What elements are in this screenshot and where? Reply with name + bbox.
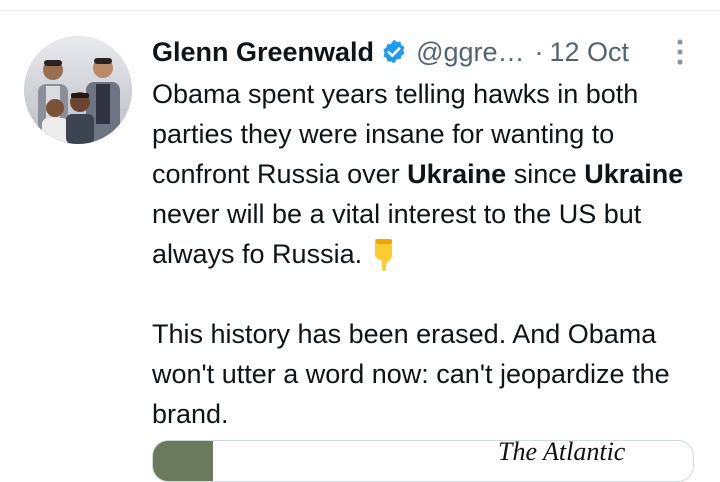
author-name[interactable]: Glenn Greenwald bbox=[152, 37, 374, 68]
link-card-thumbnail bbox=[153, 441, 213, 481]
link-card-title: The Atlantic bbox=[498, 440, 626, 466]
tweet-header: Glenn Greenwald @ggre… · 12 Oct bbox=[152, 32, 692, 72]
tweet[interactable]: Glenn Greenwald @ggre… · 12 Oct Obama sp… bbox=[0, 0, 720, 482]
pointing-down-emoji bbox=[368, 237, 398, 271]
tweet-date[interactable]: 12 Oct bbox=[550, 37, 630, 68]
hashtag-ukraine[interactable]: Ukraine bbox=[584, 159, 683, 189]
separator-dot: · bbox=[534, 36, 544, 67]
text-segment: since bbox=[506, 159, 585, 189]
author-handle[interactable]: @ggre… bbox=[416, 37, 524, 68]
more-options-icon[interactable] bbox=[670, 36, 690, 68]
avatar-photo bbox=[24, 36, 132, 144]
verified-badge-icon bbox=[380, 38, 408, 66]
avatar[interactable] bbox=[24, 36, 132, 144]
tweet-paragraph-1: Obama spent years telling hawks in both … bbox=[152, 74, 712, 274]
tweet-paragraph-2: This history has been erased. And Obama … bbox=[152, 319, 670, 429]
link-card[interactable]: The Atlantic bbox=[152, 440, 694, 482]
hashtag-ukraine[interactable]: Ukraine bbox=[407, 159, 506, 189]
tweet-text: Obama spent years telling hawks in both … bbox=[152, 74, 712, 434]
